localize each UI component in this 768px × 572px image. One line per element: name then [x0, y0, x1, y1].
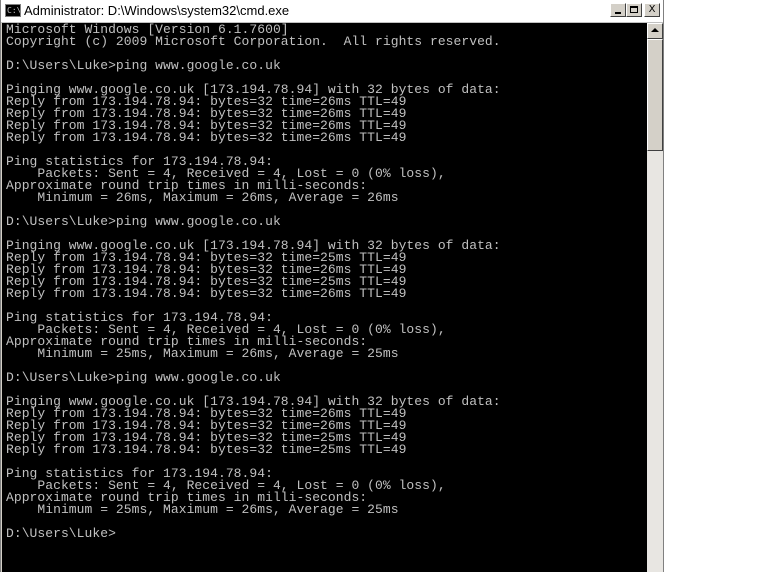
- close-icon: X: [648, 4, 656, 15]
- console-line: Reply from 173.194.78.94: bytes=32 time=…: [6, 130, 407, 145]
- console-line: Reply from 173.194.78.94: bytes=32 time=…: [6, 442, 407, 457]
- maximize-icon: [630, 6, 638, 13]
- cmd-app-icon[interactable]: C:\: [5, 4, 21, 17]
- close-button[interactable]: X: [644, 3, 660, 17]
- scroll-up-button[interactable]: [647, 23, 663, 39]
- vertical-scrollbar[interactable]: [647, 23, 663, 572]
- console-line: Reply from 173.194.78.94: bytes=32 time=…: [6, 286, 407, 301]
- console-text[interactable]: Microsoft Windows [Version 6.1.7600] Cop…: [2, 23, 647, 540]
- window-title: Administrator: D:\Windows\system32\cmd.e…: [24, 3, 290, 18]
- console-line: D:\Users\Luke>ping www.google.co.uk: [6, 58, 281, 73]
- minimize-button[interactable]: [610, 3, 626, 17]
- scrollbar-thumb[interactable]: [647, 39, 663, 151]
- title-bar[interactable]: C:\ Administrator: D:\Windows\system32\c…: [1, 0, 663, 23]
- scroll-up-arrow-icon: [651, 28, 659, 32]
- maximize-button[interactable]: [626, 3, 642, 17]
- console-output-area[interactable]: Microsoft Windows [Version 6.1.7600] Cop…: [2, 23, 647, 572]
- console-line: D:\Users\Luke>ping www.google.co.uk: [6, 370, 281, 385]
- console-line: Minimum = 26ms, Maximum = 26ms, Average …: [6, 190, 399, 205]
- minimize-icon: [615, 12, 621, 14]
- cmd-window: C:\ Administrator: D:\Windows\system32\c…: [0, 0, 664, 572]
- console-line: Copyright (c) 2009 Microsoft Corporation…: [6, 34, 501, 49]
- console-line: D:\Users\Luke>ping www.google.co.uk: [6, 214, 281, 229]
- console-line: D:\Users\Luke>: [6, 526, 116, 541]
- console-line: Minimum = 25ms, Maximum = 26ms, Average …: [6, 346, 399, 361]
- console-line: Minimum = 25ms, Maximum = 26ms, Average …: [6, 502, 399, 517]
